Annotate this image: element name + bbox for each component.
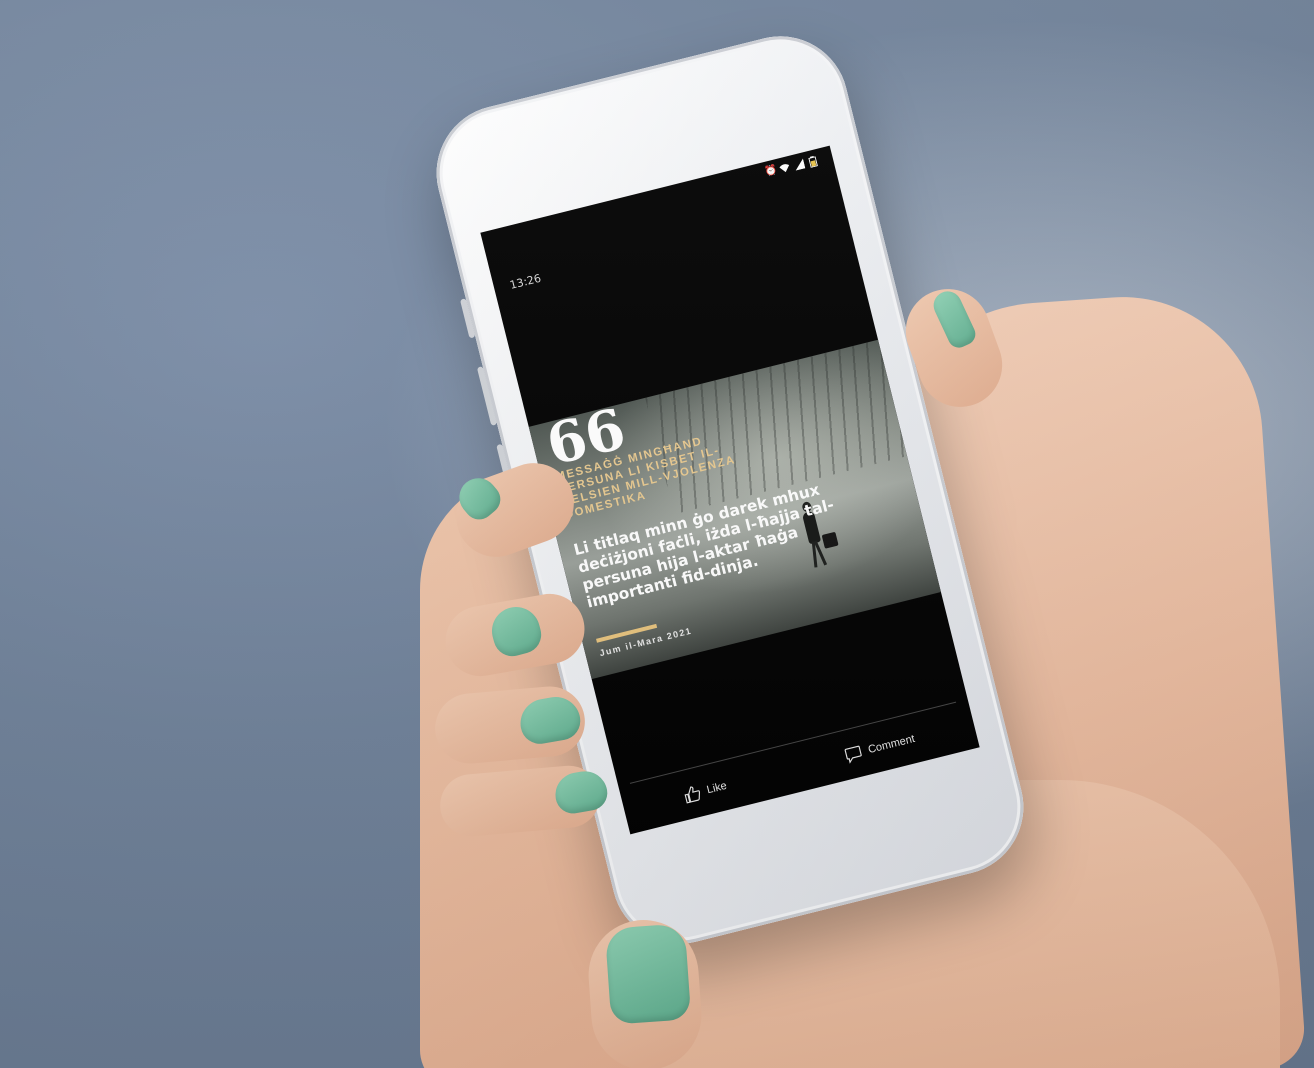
battery-icon [808, 155, 820, 168]
photo-scene: 13:26 ⏰ 66 MESSAĠĠ MINGĦAND PERSUNA LI K… [0, 0, 1314, 1068]
status-icons: ⏰ [764, 155, 820, 178]
thumbs-up-icon [684, 786, 701, 804]
right-thumb-nail [604, 923, 692, 1025]
phone-side-button [459, 298, 476, 339]
alarm-icon: ⏰ [763, 164, 779, 178]
like-button[interactable]: Like [682, 777, 729, 805]
status-time: 13:26 [508, 271, 543, 292]
comment-button[interactable]: Comment [843, 730, 917, 765]
like-label: Like [705, 779, 729, 797]
phone-volume-up-button [476, 366, 498, 426]
comment-bubble-icon [844, 745, 863, 764]
wifi-icon [779, 162, 791, 174]
comment-label: Comment [866, 732, 917, 757]
status-bar: 13:26 ⏰ [480, 146, 838, 292]
signal-icon [793, 158, 806, 171]
